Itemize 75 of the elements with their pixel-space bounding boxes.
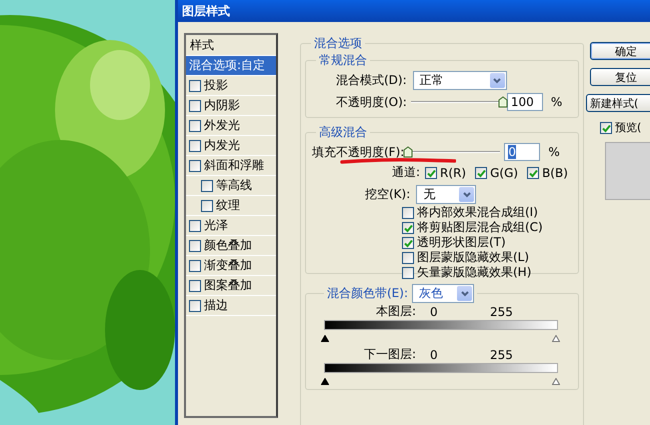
- checkbox[interactable]: [527, 166, 540, 178]
- style-list-item[interactable]: 光泽: [186, 216, 276, 236]
- field-label: 不透明度(O):: [336, 94, 407, 110]
- checkbox[interactable]: [189, 80, 201, 92]
- checkbox-label[interactable]: 透明形状图层(T): [417, 234, 506, 251]
- field-label: 本图层:: [374, 303, 416, 320]
- dialog-button[interactable]: 确定: [590, 42, 650, 60]
- caret-icon: [462, 192, 471, 198]
- knockout-dropdown[interactable]: 无: [416, 185, 476, 204]
- checkbox[interactable]: [189, 100, 201, 112]
- style-list-item[interactable]: 描边: [186, 296, 276, 316]
- group-title: 混合选项: [313, 35, 363, 52]
- input-field[interactable]: 0: [504, 143, 540, 161]
- style-list-item[interactable]: 内发光: [186, 136, 276, 156]
- checkbox[interactable]: [189, 220, 201, 232]
- value-label: 255: [490, 304, 513, 318]
- style-list-item[interactable]: 内阴影: [186, 96, 276, 116]
- style-list-item[interactable]: 纹理: [186, 196, 276, 216]
- checkbox-label[interactable]: 图层蒙版隐藏效果(L): [417, 249, 530, 266]
- dialog-button[interactable]: 新建样式(: [586, 94, 650, 112]
- field-label: 下一图层:: [362, 346, 416, 363]
- value-label: 255: [490, 348, 513, 362]
- checkbox[interactable]: [600, 122, 612, 134]
- style-list-item[interactable]: 外发光: [186, 116, 276, 136]
- checkbox[interactable]: [402, 236, 414, 248]
- checkbox[interactable]: [201, 200, 213, 212]
- checkbox-label[interactable]: R(R): [440, 166, 466, 180]
- style-list-item[interactable]: 等高线: [186, 176, 276, 196]
- checkbox-label[interactable]: G(G): [490, 166, 518, 180]
- checkbox-label[interactable]: 将内部效果混合成组(I): [417, 204, 538, 221]
- checkbox[interactable]: [189, 240, 201, 252]
- preview-swatch: [605, 142, 650, 200]
- unit-label: %: [548, 145, 560, 159]
- checkbox[interactable]: [402, 266, 414, 278]
- checkbox[interactable]: [189, 300, 201, 312]
- checkbox-label[interactable]: 预览(: [615, 120, 642, 135]
- checkbox[interactable]: [189, 260, 201, 272]
- field-label: 填充不透明度(F):: [312, 144, 404, 160]
- checkbox-label[interactable]: 将剪贴图层混合成组(C): [417, 219, 543, 236]
- checkbox[interactable]: [402, 222, 414, 234]
- field-label: 混合模式(D):: [336, 72, 407, 89]
- checkbox[interactable]: [189, 120, 201, 132]
- checkbox[interactable]: [402, 252, 414, 264]
- checkbox-label[interactable]: B(B): [542, 166, 568, 180]
- style-list-item[interactable]: 图案叠加: [186, 276, 276, 296]
- checkbox[interactable]: [189, 140, 201, 152]
- value-label: 0: [430, 304, 439, 318]
- style-list-item[interactable]: 渐变叠加: [186, 256, 276, 276]
- blend-mode-dropdown[interactable]: 正常: [412, 71, 507, 90]
- input-field[interactable]: 100: [506, 93, 543, 111]
- field-label: 通道:: [392, 164, 420, 181]
- blend-if-dropdown[interactable]: 灰色: [412, 284, 474, 303]
- style-list-item[interactable]: 投影: [186, 76, 276, 96]
- caret-icon: [460, 290, 468, 296]
- window-title: 图层样式: [182, 2, 230, 20]
- style-list-item[interactable]: 混合选项:自定: [186, 56, 276, 76]
- checkbox[interactable]: [189, 160, 201, 172]
- checkbox[interactable]: [402, 206, 414, 218]
- checkbox[interactable]: [189, 280, 201, 292]
- style-list-item[interactable]: 斜面和浮雕: [186, 156, 276, 176]
- checkbox[interactable]: [201, 180, 213, 192]
- caret-icon: [493, 78, 502, 84]
- checkbox-label[interactable]: 矢量蒙版隐藏效果(H): [417, 264, 532, 281]
- field-label: 挖空(K):: [365, 186, 410, 203]
- value-label: 0: [430, 348, 439, 362]
- group-title: 高级混合: [318, 124, 368, 141]
- group-title: 常规混合: [318, 52, 368, 69]
- dialog-button[interactable]: 复位: [590, 68, 650, 86]
- field-label: 混合颜色带(E):: [327, 285, 408, 302]
- slider-thumb[interactable]: [403, 146, 414, 158]
- checkbox[interactable]: [475, 166, 488, 178]
- checkbox[interactable]: [425, 166, 438, 178]
- unit-label: %: [550, 95, 562, 109]
- list-header: 样式: [190, 36, 214, 54]
- style-list-item[interactable]: 颜色叠加: [186, 236, 276, 256]
